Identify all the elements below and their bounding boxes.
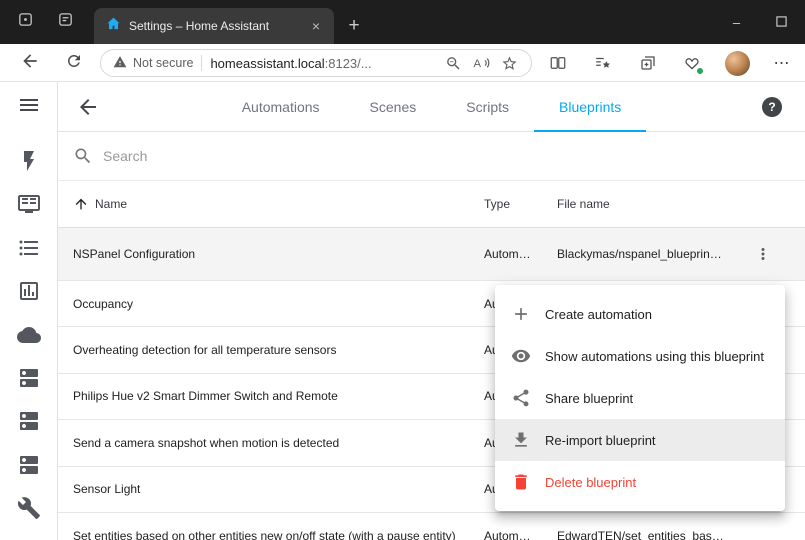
sidebar-menu-button[interactable] [17,93,41,117]
zoom-button[interactable] [443,53,463,73]
eye-icon [511,346,531,366]
trash-icon [511,472,531,492]
menu-item-share-blueprint[interactable]: Share blueprint [495,377,785,419]
plus-icon [511,304,531,324]
header-type[interactable]: Type [484,197,557,211]
address-divider [201,55,202,71]
header-name[interactable]: Name [95,197,127,211]
menu-item-label: Delete blueprint [545,475,636,490]
sidebar-icon-energy[interactable] [17,149,41,173]
cell-type: Autom… [484,529,557,540]
favorites-hub-button[interactable] [590,50,616,76]
profile-avatar[interactable] [724,50,750,76]
cell-name: NSPanel Configuration [58,247,484,261]
tab-actions-button[interactable] [50,7,80,37]
cell-file: Blackymas/nspanel_blueprin… [557,247,751,261]
sidebar-icon-history-chart[interactable] [17,279,41,303]
sidebar-icon-cloud[interactable] [17,323,41,347]
maximize-icon [776,15,787,30]
favorite-star-button[interactable] [499,53,519,73]
home-assistant-favicon [106,16,121,36]
browser-titlebar: Settings – Home Assistant × + – ✕ [0,0,805,44]
browser-tab[interactable]: Settings – Home Assistant × [94,8,334,44]
search-icon [73,146,93,166]
window-maximize-button[interactable] [759,0,804,44]
table-row[interactable]: NSPanel Configuration Autom… Blackymas/n… [58,228,805,281]
cell-type: Autom… [484,247,557,261]
tab-scenes[interactable]: Scenes [345,82,442,132]
security-status[interactable]: Not secure [113,55,193,72]
tab-title: Settings – Home Assistant [129,19,298,33]
sidebar-icon-server-2[interactable] [17,409,41,433]
tab-preview-icon [57,11,74,33]
table-header: Name Type File name [58,181,805,228]
tab-automations[interactable]: Automations [217,82,345,132]
download-icon [511,430,531,450]
workspaces-icon [17,11,34,33]
cell-file: EdwardTEN/set_entities_bas… [557,529,751,540]
tab-close-button[interactable]: × [306,16,326,36]
cell-name: Send a camera snapshot when motion is de… [58,436,484,450]
search-input[interactable] [103,148,503,164]
menu-item-label: Share blueprint [545,391,633,406]
cell-name: Set entities based on other entities new… [58,529,484,540]
url-host: homeassistant.local [210,56,324,71]
cell-name: Sensor Light [58,482,484,496]
ha-sidebar [0,82,58,540]
blueprint-context-menu: Create automation Show automations using… [495,285,785,511]
cell-name: Overheating detection for all temperatur… [58,343,484,357]
menu-item-create-automation[interactable]: Create automation [495,293,785,335]
help-button[interactable]: ? [762,97,782,117]
tab-scripts[interactable]: Scripts [441,82,534,132]
sidebar-icon-terminal[interactable] [17,192,41,216]
warning-triangle-icon [113,55,127,72]
refresh-icon [65,52,83,75]
browser-toolbar: Not secure homeassistant.local:8123/... … [0,44,805,82]
workspaces-button[interactable] [10,7,40,37]
home-assistant-app: Automations Scenes Scripts Blueprints ? … [0,82,805,540]
menu-item-reimport-blueprint[interactable]: Re-import blueprint [495,419,785,461]
ha-appbar: Automations Scenes Scripts Blueprints ? [58,82,805,132]
cell-name: Philips Hue v2 Smart Dimmer Switch and R… [58,389,484,403]
browser-back-button[interactable] [16,49,44,77]
sidebar-icon-wrench[interactable] [17,496,41,520]
back-arrow-icon [20,51,40,76]
search-bar [58,132,805,181]
avatar-image [725,51,750,76]
table-row[interactable]: Set entities based on other entities new… [58,513,805,540]
svg-text:A: A [474,58,482,70]
sidebar-icon-list[interactable] [17,236,41,260]
browser-menu-button[interactable]: ⋯ [769,50,795,76]
menu-item-show-automations[interactable]: Show automations using this blueprint [495,335,785,377]
row-overflow-menu-button[interactable] [751,242,775,266]
new-tab-button[interactable]: + [340,12,368,40]
address-bar[interactable]: Not secure homeassistant.local:8123/... … [100,49,532,77]
menu-item-label: Create automation [545,307,652,322]
ha-tab-bar: Automations Scenes Scripts Blueprints [58,82,805,132]
essentials-status-dot [696,67,704,75]
header-file[interactable]: File name [557,197,751,211]
menu-item-delete-blueprint[interactable]: Delete blueprint [495,461,785,503]
sort-ascending-icon[interactable] [73,196,89,212]
window-minimize-button[interactable]: – [714,0,759,44]
browser-refresh-button[interactable] [60,49,88,77]
url-text: homeassistant.local:8123/... [210,56,435,71]
menu-item-label: Show automations using this blueprint [545,349,764,364]
read-aloud-button[interactable]: A [471,53,491,73]
url-path: :8123/... [325,56,372,71]
sidebar-icon-server-1[interactable] [17,366,41,390]
security-label: Not secure [133,56,193,70]
menu-item-label: Re-import blueprint [545,433,656,448]
cell-name: Occupancy [58,297,484,311]
split-screen-button[interactable] [545,50,571,76]
sidebar-icon-server-3[interactable] [17,453,41,477]
share-icon [511,388,531,408]
tab-blueprints[interactable]: Blueprints [534,82,646,132]
collections-button[interactable] [635,50,661,76]
browser-essentials-button[interactable] [679,50,705,76]
